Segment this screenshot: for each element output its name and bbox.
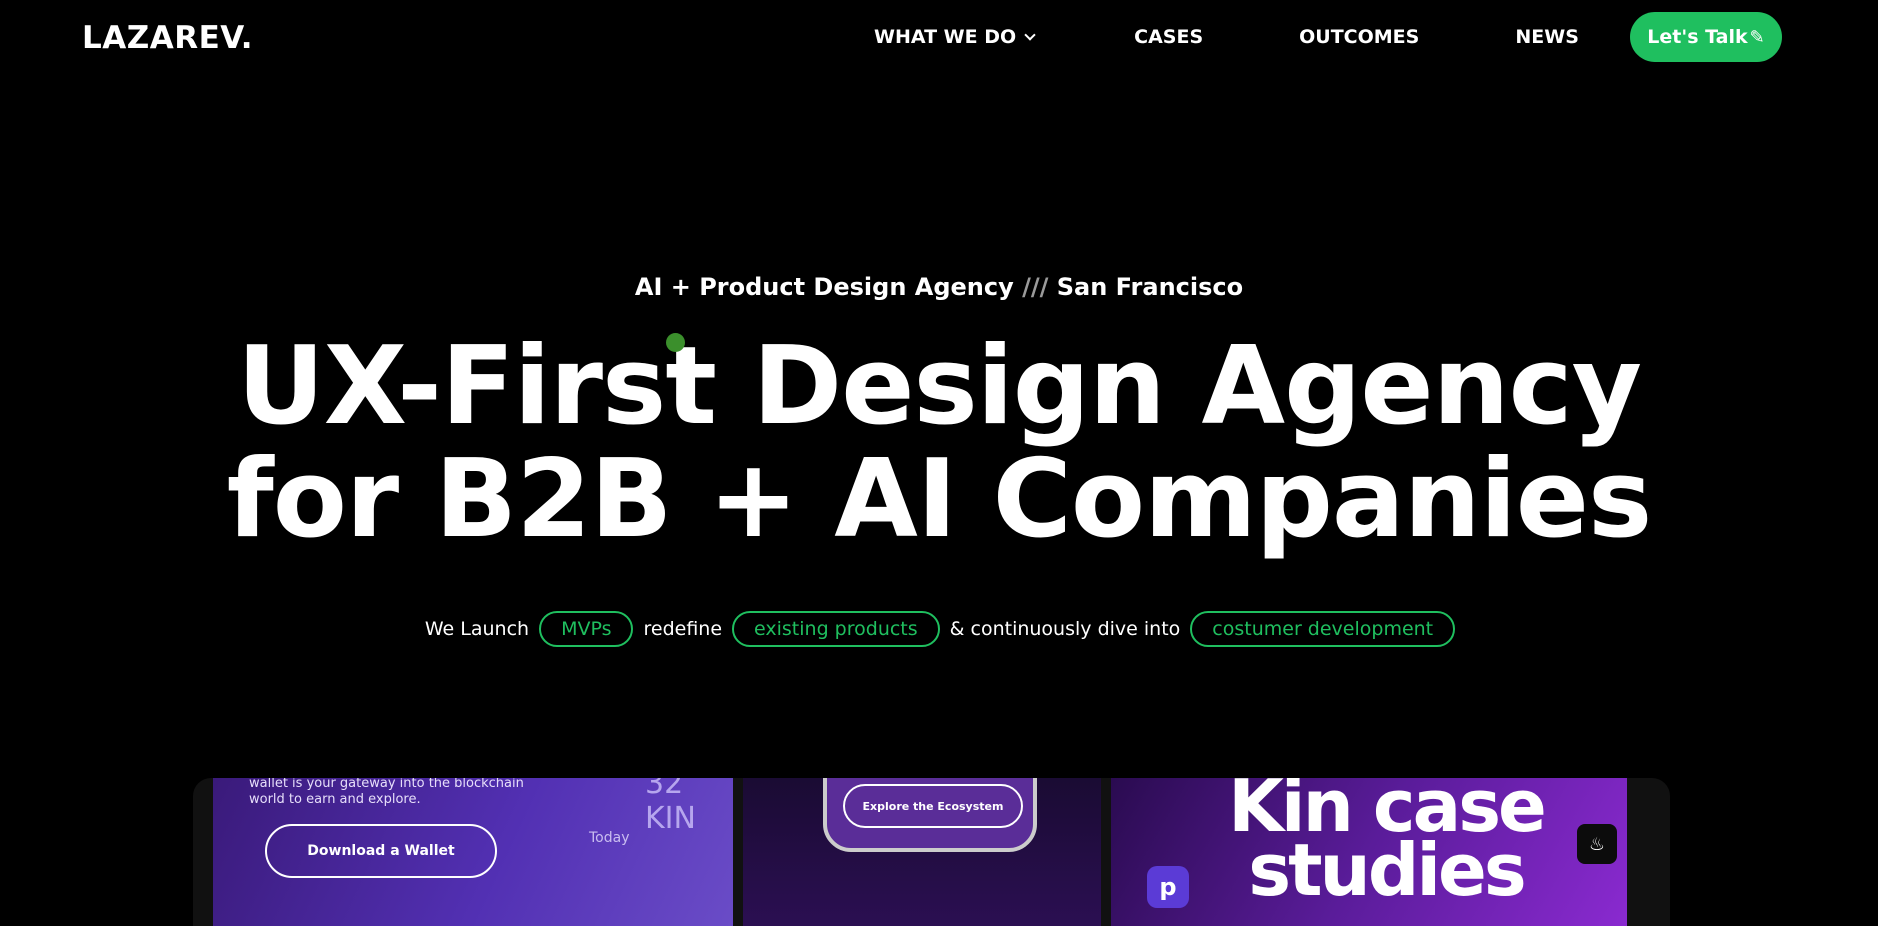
chevron-down-icon <box>1024 28 1036 41</box>
nav-item-cases[interactable]: CASES <box>1134 26 1203 48</box>
wallet-text-line-2: world to earn and explore. <box>249 792 421 807</box>
main-nav: WHAT WE DO CASES OUTCOMES NEWS <box>874 26 1579 48</box>
case-title-line-2: studies <box>1248 828 1526 912</box>
cursor-dot <box>666 333 685 352</box>
hero-headline: UX-First Design Agency for B2B + AI Comp… <box>0 330 1878 556</box>
lets-talk-button[interactable]: Let's Talk ✎ <box>1630 12 1782 62</box>
case-showcase: wallet is your gateway into the blockcha… <box>193 778 1670 926</box>
hero-tagline: AI + Product Design Agency /// San Franc… <box>0 273 1878 301</box>
explore-ecosystem-button[interactable]: Explore the Ecosystem <box>843 784 1023 828</box>
nav-item-outcomes[interactable]: OUTCOMES <box>1299 26 1419 48</box>
pencil-icon: ✎ <box>1749 26 1765 48</box>
nav-item-news[interactable]: NEWS <box>1515 26 1579 48</box>
app-icon: p <box>1147 866 1189 908</box>
headline-line-1: UX-First Design Agency <box>237 324 1642 449</box>
nav-item-label: WHAT WE DO <box>874 26 1017 48</box>
tagline-location: San Francisco <box>1048 273 1244 301</box>
lets-talk-label: Let's Talk <box>1647 26 1748 48</box>
sub-text-2: redefine <box>643 618 723 640</box>
flame-icon[interactable]: ♨ <box>1577 824 1617 864</box>
sub-text-1: We Launch <box>424 618 530 640</box>
kin-amount: 32 KIN <box>645 778 696 836</box>
tagline-slashes: /// <box>1022 273 1049 301</box>
pill-mvps[interactable]: MVPs <box>539 611 634 647</box>
wallet-text: wallet is your gateway into the blockcha… <box>249 778 524 808</box>
hero-subline: We Launch MVPs redefine existing product… <box>0 611 1878 647</box>
nav-item-what-we-do[interactable]: WHAT WE DO <box>874 26 1036 48</box>
showcase-panel-wallet[interactable]: wallet is your gateway into the blockcha… <box>213 778 733 926</box>
showcase-panel-ecosystem[interactable]: Explore the Ecosystem <box>743 778 1101 926</box>
logo[interactable]: LAZAREV. <box>82 20 253 56</box>
today-label: Today <box>589 830 630 846</box>
pill-existing-products[interactable]: existing products <box>732 611 940 647</box>
pill-costumer-development[interactable]: costumer development <box>1190 611 1456 647</box>
case-studies-title: Kin case studies <box>1211 778 1561 912</box>
tagline-text: AI + Product Design Agency <box>634 273 1023 301</box>
sub-text-3: & continuously dive into <box>949 618 1181 640</box>
showcase-panel-kin-case-studies[interactable]: Kin case studies p <box>1111 778 1627 926</box>
headline-line-2: for B2B + AI Companies <box>226 437 1653 562</box>
download-wallet-button[interactable]: Download a Wallet <box>265 824 497 878</box>
wallet-text-line-1: wallet is your gateway into the blockcha… <box>249 778 524 791</box>
